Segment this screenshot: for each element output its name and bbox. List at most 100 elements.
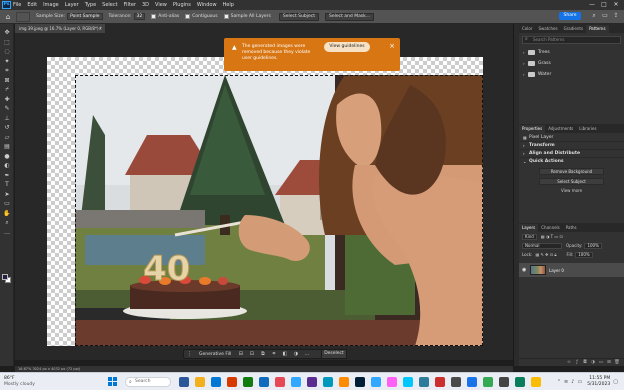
taskbar-app-icon[interactable] [179, 377, 189, 387]
layer-style-icon[interactable]: ƒ [573, 360, 581, 365]
menu-image[interactable]: Image [43, 2, 59, 8]
tab-patterns[interactable]: Patterns [586, 25, 609, 33]
tab-layers[interactable]: Layers [519, 224, 539, 232]
select-subject-button[interactable]: Select Subject [278, 12, 319, 21]
invert-icon[interactable]: ⧉ [257, 351, 268, 357]
menu-filter[interactable]: Filter [124, 2, 136, 8]
taskbar-app-icon[interactable] [419, 377, 429, 387]
tab-adjustments[interactable]: Adjustments [545, 125, 576, 133]
zoom-tool-icon[interactable]: ⌕ [0, 218, 14, 228]
tab-gradients[interactable]: Gradients [561, 25, 587, 33]
layer-name[interactable]: Layer 0 [549, 268, 564, 273]
taskbar-app-icon[interactable] [275, 377, 285, 387]
subtract-icon[interactable]: ⊟ [235, 351, 246, 357]
taskbar-app-icon[interactable] [531, 377, 541, 387]
path-selection-tool-icon[interactable]: ➤ [0, 190, 14, 200]
more-tools-icon[interactable]: … [0, 228, 14, 238]
taskbar-app-icon[interactable] [195, 377, 205, 387]
move-tool-icon[interactable]: ✥ [0, 28, 14, 38]
new-group-icon[interactable]: ▭ [597, 360, 605, 365]
close-button[interactable]: ✕ [610, 0, 622, 10]
deselect-button[interactable]: Deselect [321, 349, 347, 359]
tab-paths[interactable]: Paths [563, 224, 580, 232]
close-tab-icon[interactable]: × [99, 24, 102, 33]
volume-icon[interactable]: ♪ [571, 379, 574, 385]
menu-3d[interactable]: 3D [142, 2, 149, 8]
type-tool-icon[interactable]: T [0, 180, 14, 190]
drag-handle-icon[interactable]: ⋮ [184, 351, 195, 357]
taskbar-app-icon[interactable] [211, 377, 221, 387]
hand-tool-icon[interactable]: ✋ [0, 209, 14, 219]
taskbar-app-icon[interactable] [403, 377, 413, 387]
fill-icon[interactable]: ◑ [290, 351, 301, 357]
tool-preset-picker[interactable] [16, 11, 30, 22]
gradient-tool-icon[interactable]: ▤ [0, 142, 14, 152]
frame-tool-icon[interactable]: ⊠ [0, 76, 14, 86]
close-banner-icon[interactable]: × [389, 43, 395, 50]
crop-icon[interactable]: ⌗ [268, 351, 279, 357]
notification-icon[interactable]: ▢ [613, 379, 618, 385]
taskbar-app-icon[interactable] [483, 377, 493, 387]
contiguous-checkbox[interactable] [185, 14, 191, 19]
taskbar-app-icon[interactable] [323, 377, 333, 387]
dodge-tool-icon[interactable]: ◐ [0, 161, 14, 171]
canvas-area[interactable]: 40 [15, 33, 513, 360]
blend-mode-select[interactable]: Normal [522, 242, 562, 249]
minimize-button[interactable]: — [586, 0, 598, 10]
select-subject-panel-button[interactable]: Select Subject [539, 178, 604, 185]
weather-widget[interactable]: 86°F Mostly cloudy [4, 376, 35, 388]
marquee-tool-icon[interactable]: ⬚ [0, 38, 14, 48]
lock-icons[interactable]: ▦ ✎ ✥ ⊡ 🔒︎ [535, 252, 556, 257]
history-brush-tool-icon[interactable]: ↺ [0, 123, 14, 133]
view-more-link[interactable]: View more [519, 187, 624, 195]
section-align-distribute[interactable]: › Align and Distribute [519, 149, 624, 157]
tab-swatches[interactable]: Swatches [535, 25, 560, 33]
tab-libraries[interactable]: Libraries [576, 125, 599, 133]
taskbar-app-icon[interactable] [451, 377, 461, 387]
taskbar-app-icon[interactable] [515, 377, 525, 387]
share-arrange-icon[interactable]: ⇪ [612, 12, 620, 20]
taskbar-app-icon[interactable] [499, 377, 509, 387]
taskbar-search-input[interactable]: Search [125, 377, 171, 387]
folder-grass[interactable]: › Grass [519, 58, 624, 69]
pen-tool-icon[interactable]: ✒ [0, 171, 14, 181]
document-photo[interactable]: 40 [75, 75, 483, 346]
menu-type[interactable]: Type [85, 2, 96, 8]
taskbar-app-icon[interactable] [307, 377, 317, 387]
opacity-input[interactable]: 100% [584, 242, 602, 249]
menu-view[interactable]: View [155, 2, 167, 8]
battery-icon[interactable]: ▭ [577, 379, 582, 385]
menu-select[interactable]: Select [102, 2, 117, 8]
new-layer-icon[interactable]: ⊞ [605, 360, 613, 365]
clock[interactable]: 11:55 PM 5/31/2023 [587, 376, 610, 388]
link-layers-icon[interactable]: ∞ [565, 360, 573, 365]
sample-all-layers-checkbox[interactable] [223, 14, 229, 19]
rectangle-tool-icon[interactable]: ▭ [0, 199, 14, 209]
menu-help[interactable]: Help [223, 2, 234, 8]
taskbar-app-icon[interactable] [435, 377, 445, 387]
search-icon[interactable]: ⌕ [590, 12, 598, 20]
menu-window[interactable]: Window [197, 2, 217, 8]
folder-water[interactable]: › Water [519, 69, 624, 80]
taskbar-app-icon[interactable] [339, 377, 349, 387]
lasso-tool-icon[interactable]: ◌ [0, 47, 14, 57]
filter-icons[interactable]: ▦ ◑ T ▭ ⊡ [541, 234, 563, 239]
taskbar-app-icon[interactable] [291, 377, 301, 387]
fill-input[interactable]: 100% [575, 251, 593, 258]
share-button[interactable]: Share [559, 12, 581, 20]
home-icon[interactable]: ⌂ [3, 12, 13, 22]
tolerance-input[interactable]: 32 [133, 13, 146, 20]
menu-edit[interactable]: Edit [27, 2, 37, 8]
magic-wand-tool-icon[interactable]: ✦ [0, 57, 14, 67]
taskbar-app-icon[interactable] [243, 377, 253, 387]
more-icon[interactable]: … [301, 351, 312, 357]
sample-size-select[interactable]: Point Sample [67, 13, 103, 20]
tab-channels[interactable]: Channels [538, 224, 563, 232]
tab-color[interactable]: Color [519, 25, 535, 33]
section-transform[interactable]: › Transform [519, 141, 624, 149]
menu-file[interactable]: File [13, 2, 21, 8]
layer-kind-filter[interactable]: Kind [522, 233, 537, 240]
layer-row[interactable]: ◉ Layer 0 [519, 263, 624, 277]
crop-tool-icon[interactable]: ⌗ [0, 66, 14, 76]
eraser-tool-icon[interactable]: ▱ [0, 133, 14, 143]
